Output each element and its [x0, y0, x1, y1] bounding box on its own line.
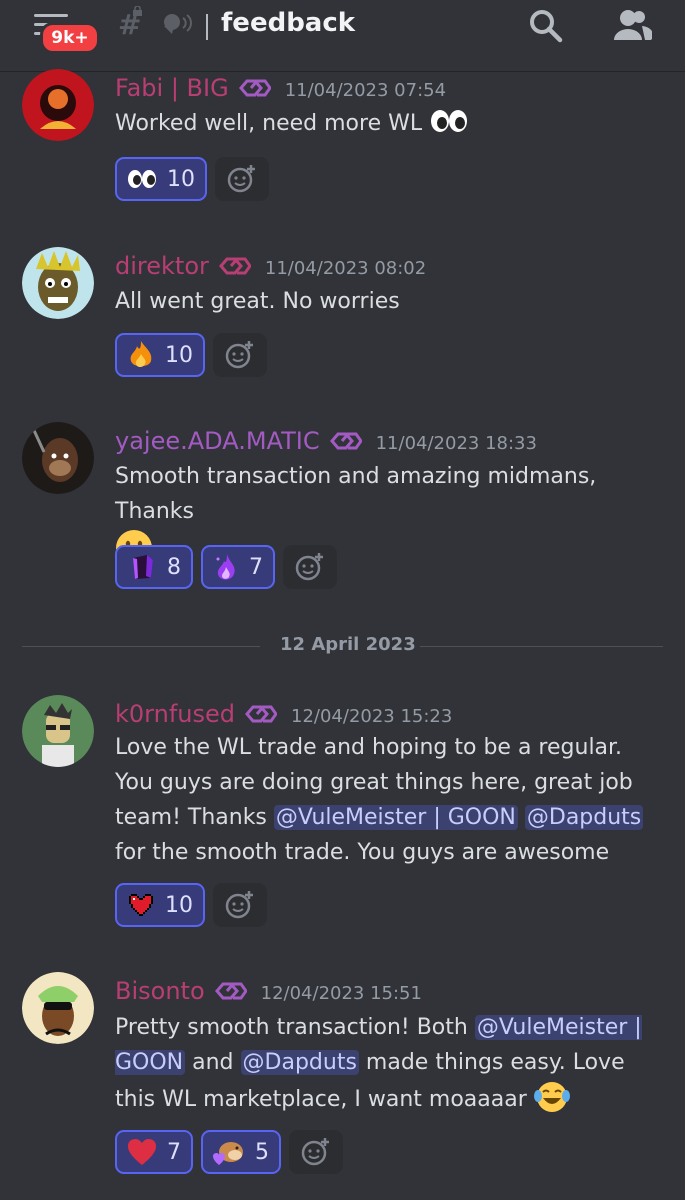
- reaction-count: 7: [167, 1139, 181, 1165]
- add-reaction-icon: [301, 1138, 329, 1166]
- avatar[interactable]: [22, 69, 94, 141]
- user-mention[interactable]: @Dapduts: [524, 805, 644, 830]
- avatar[interactable]: [22, 695, 94, 767]
- lock-icon: [133, 6, 142, 16]
- channel-header: 9k+ # feedback: [0, 0, 685, 72]
- fire-icon: [130, 341, 152, 367]
- reaction-count: 5: [255, 1139, 269, 1165]
- message-text: Pretty smooth transaction! Both @VuleMei…: [115, 1010, 660, 1117]
- date-separator-label: 12 April 2023: [280, 634, 416, 655]
- add-reaction-icon: [227, 165, 255, 193]
- timestamp: 11/04/2023 08:02: [264, 258, 427, 279]
- message-body: Worked well, need more WL: [115, 111, 423, 136]
- username[interactable]: k0rnfused: [115, 700, 235, 728]
- message-text: All went great. No worries: [115, 289, 400, 314]
- add-reaction-button[interactable]: [289, 1130, 343, 1174]
- add-reaction-icon: [295, 553, 323, 581]
- message-body: for the smooth trade. You guys are aweso…: [115, 840, 610, 865]
- username[interactable]: Bisonto: [115, 977, 205, 1005]
- joy-emoji: [533, 1082, 570, 1112]
- timestamp: 12/04/2023 15:23: [291, 706, 453, 727]
- add-reaction-icon: [225, 891, 253, 919]
- add-reaction-button[interactable]: [213, 333, 267, 377]
- add-reaction-icon: [225, 341, 253, 369]
- hamster-heart-icon: [213, 1142, 243, 1165]
- role-icon: [329, 432, 362, 450]
- avatar[interactable]: [22, 422, 94, 494]
- search-icon[interactable]: [528, 8, 564, 44]
- reaction-fire[interactable]: 10: [115, 333, 205, 377]
- reaction-eyes[interactable]: 10: [115, 157, 207, 201]
- reaction-purple-cube[interactable]: 8: [115, 545, 193, 589]
- username[interactable]: Fabi | BIG: [115, 74, 229, 102]
- message-text: Love the WL trade and hoping to be a reg…: [115, 730, 660, 870]
- reaction-red-heart[interactable]: 7: [115, 1130, 193, 1174]
- timestamp: 11/04/2023 18:33: [375, 433, 537, 454]
- reaction-count: 8: [167, 554, 181, 580]
- timestamp: 12/04/2023 15:51: [260, 983, 422, 1004]
- user-mention[interactable]: @Dapduts: [240, 1050, 359, 1075]
- voice-icon: [164, 14, 192, 34]
- notification-badge: 9k+: [40, 22, 100, 54]
- reaction-count: 10: [165, 342, 193, 368]
- header-divider: [206, 14, 208, 40]
- eyes-icon: [128, 170, 156, 188]
- username[interactable]: direktor: [115, 252, 209, 280]
- reaction-hamster-heart[interactable]: 5: [201, 1130, 281, 1174]
- username[interactable]: yajee.ADA.MATIC: [115, 427, 320, 455]
- role-icon: [238, 79, 271, 97]
- avatar[interactable]: [22, 972, 94, 1044]
- role-icon: [218, 257, 251, 275]
- message-text: Worked well, need more WL: [115, 106, 660, 141]
- reaction-count: 10: [167, 166, 195, 192]
- message-body: Pretty smooth transaction! Both: [115, 1015, 475, 1040]
- pixel-heart-icon: [129, 894, 153, 916]
- avatar[interactable]: [22, 247, 94, 319]
- message-body: and: [185, 1050, 241, 1075]
- add-reaction-button[interactable]: [215, 157, 269, 201]
- role-icon: [214, 982, 247, 1000]
- purple-flame-icon: [216, 554, 235, 580]
- message-body: Smooth transaction and amazing midmans, …: [115, 464, 597, 524]
- reaction-pixel-heart[interactable]: 10: [115, 883, 205, 927]
- timestamp: 11/04/2023 07:54: [284, 80, 447, 101]
- eyes-emoji: [431, 110, 468, 132]
- reaction-count: 7: [249, 554, 263, 580]
- role-icon: [245, 705, 277, 723]
- red-heart-icon: [128, 1139, 156, 1165]
- reaction-count: 10: [165, 892, 193, 918]
- channel-name: feedback: [221, 8, 356, 38]
- reaction-purple-flame[interactable]: 7: [201, 545, 275, 589]
- members-icon[interactable]: [612, 8, 652, 44]
- purple-cube-icon: [133, 555, 153, 579]
- add-reaction-button[interactable]: [213, 883, 267, 927]
- date-separator: 12 April 2023: [22, 634, 663, 658]
- user-mention[interactable]: @VuleMeister | GOON: [273, 805, 518, 830]
- add-reaction-button[interactable]: [283, 545, 337, 589]
